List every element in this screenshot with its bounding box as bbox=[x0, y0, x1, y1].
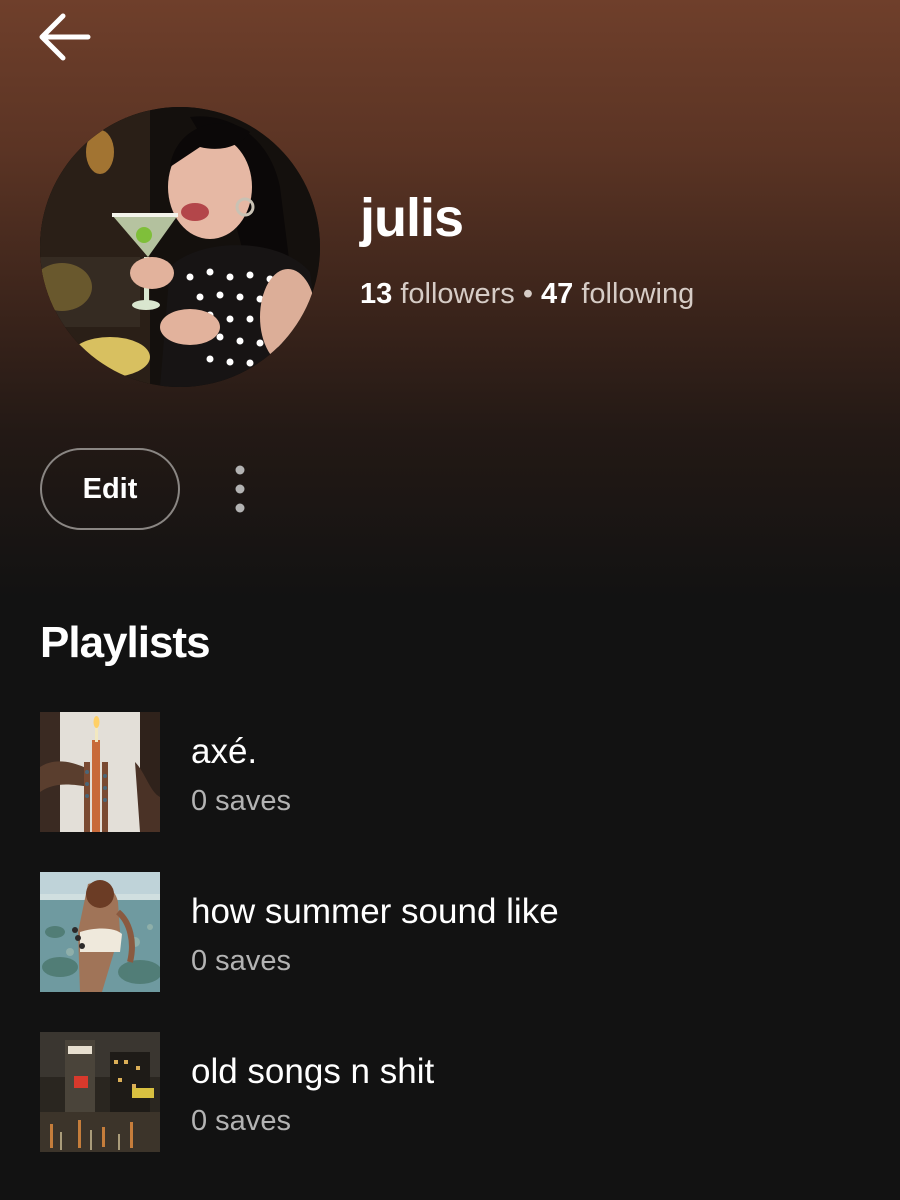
follow-stats: 13 followers • 47 following bbox=[360, 276, 694, 312]
back-button[interactable] bbox=[30, 8, 100, 68]
following-link[interactable]: 47 following bbox=[541, 278, 694, 310]
followers-label: followers bbox=[400, 278, 515, 310]
playlist-name: axé. bbox=[191, 732, 258, 771]
playlist-cover bbox=[40, 712, 160, 832]
avatar[interactable] bbox=[40, 107, 320, 387]
profile-photo bbox=[40, 107, 320, 387]
following-count: 47 bbox=[541, 278, 574, 310]
more-options-button[interactable] bbox=[220, 460, 260, 520]
playlist-item[interactable]: axé. 0 saves bbox=[40, 712, 860, 832]
following-label: following bbox=[581, 278, 695, 310]
playlist-name: old songs n shit bbox=[191, 1052, 435, 1091]
stats-separator: • bbox=[522, 278, 533, 310]
edit-profile-button[interactable]: Edit bbox=[40, 448, 180, 530]
playlist-saves: 0 saves bbox=[191, 1105, 291, 1137]
playlist-saves: 0 saves bbox=[191, 785, 291, 817]
followers-count: 13 bbox=[360, 278, 393, 310]
playlist-item[interactable]: old songs n shit 0 saves bbox=[40, 1032, 860, 1152]
playlist-cover-image bbox=[40, 712, 160, 832]
playlist-cover bbox=[40, 1032, 160, 1152]
followers-link[interactable]: 13 followers bbox=[360, 278, 515, 310]
more-vertical-icon bbox=[235, 465, 245, 513]
playlists-section-title: Playlists bbox=[40, 618, 211, 667]
playlist-saves: 0 saves bbox=[191, 945, 291, 977]
playlist-cover-image bbox=[40, 1032, 160, 1152]
playlist-item[interactable]: how summer sound like 0 saves bbox=[40, 872, 860, 992]
arrow-left-icon bbox=[39, 13, 91, 61]
playlist-cover bbox=[40, 872, 160, 992]
playlist-name: how summer sound like bbox=[191, 892, 559, 931]
playlist-cover-image bbox=[40, 872, 160, 992]
profile-name: julis bbox=[360, 188, 464, 248]
